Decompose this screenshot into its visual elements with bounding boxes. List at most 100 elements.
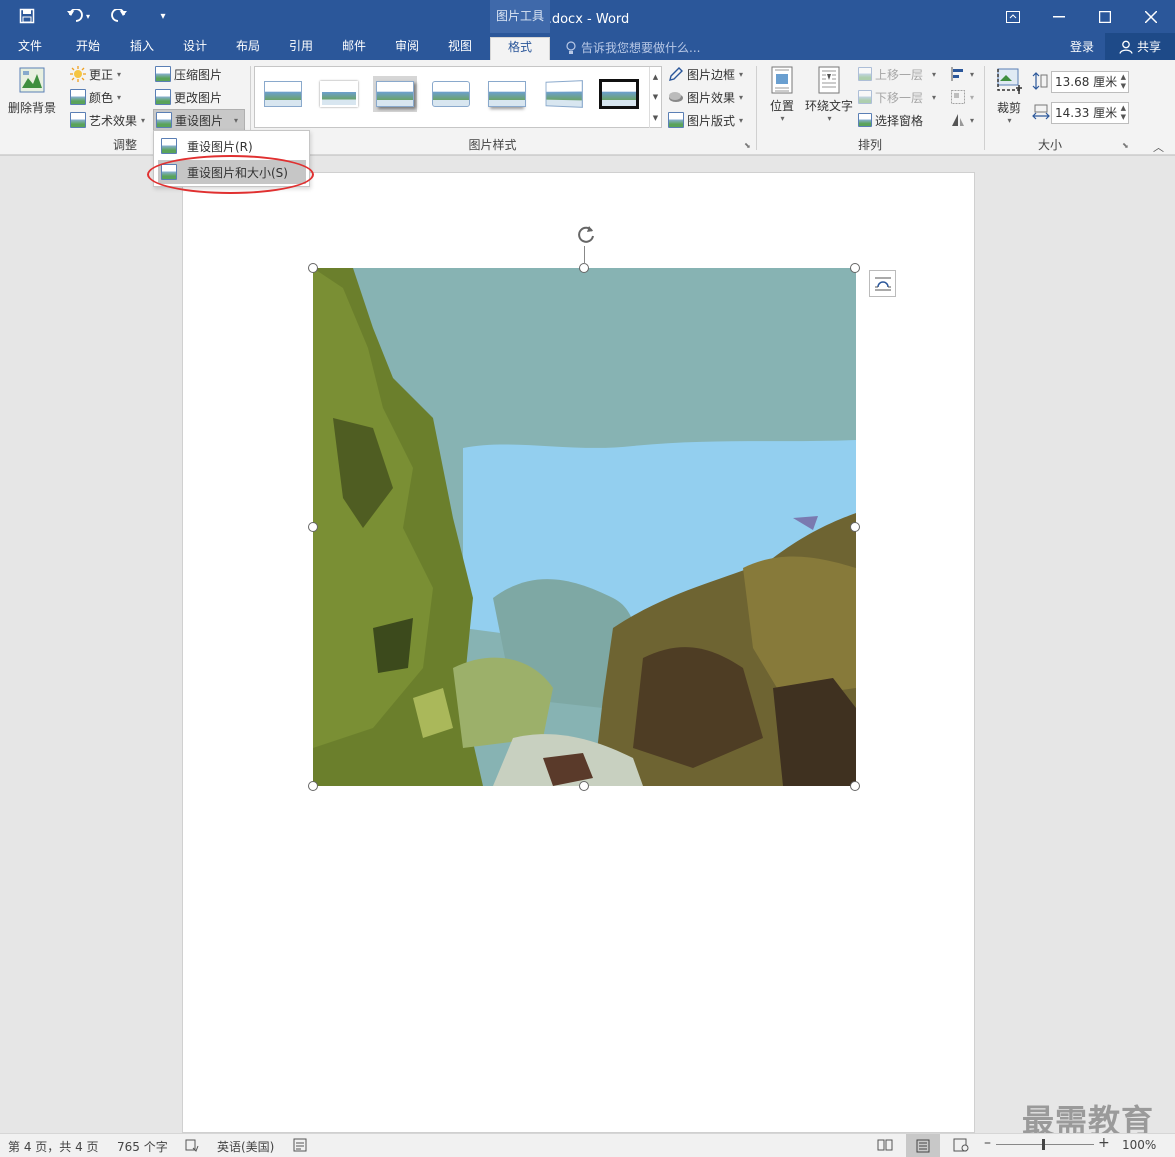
tab-view[interactable]: 视图 bbox=[438, 37, 482, 60]
reset-picture-button[interactable]: 重设图片 ▾ bbox=[153, 109, 246, 131]
resize-handle-bottom[interactable] bbox=[579, 781, 589, 791]
picture-style-5[interactable] bbox=[485, 76, 529, 112]
picture-layout-button[interactable]: 图片版式 ▾ bbox=[668, 110, 743, 130]
crop-button[interactable]: 裁剪 ▾ bbox=[990, 66, 1028, 125]
zoom-slider[interactable] bbox=[996, 1144, 1094, 1145]
color-button[interactable]: 颜色 ▾ bbox=[70, 87, 121, 107]
minimize-icon[interactable] bbox=[1036, 0, 1082, 33]
sign-in-link[interactable]: 登录 bbox=[1070, 38, 1094, 55]
compress-pictures-button[interactable]: 压缩图片 bbox=[155, 64, 222, 84]
resize-handle-left[interactable] bbox=[308, 522, 318, 532]
ribbon-display-icon[interactable] bbox=[990, 0, 1036, 33]
picture-style-6[interactable] bbox=[541, 76, 585, 112]
crop-label: 裁剪 bbox=[996, 101, 1021, 115]
group-objects-button[interactable]: ▾ bbox=[950, 87, 974, 107]
picture-effects-button[interactable]: 图片效果 ▾ bbox=[668, 87, 743, 107]
selection-pane-button[interactable]: 选择窗格 bbox=[858, 110, 923, 130]
collapse-ribbon-icon[interactable]: ︿ bbox=[1153, 139, 1164, 155]
remove-background-label: 删除背景 bbox=[7, 101, 56, 115]
width-input[interactable]: 14.33 厘米 ▲ ▼ bbox=[1051, 102, 1129, 124]
tab-mailings[interactable]: 邮件 bbox=[332, 37, 376, 60]
change-picture-icon bbox=[155, 89, 171, 105]
tab-layout[interactable]: 布局 bbox=[226, 37, 270, 60]
corrections-button[interactable]: 更正 ▾ bbox=[70, 64, 121, 84]
compress-label: 压缩图片 bbox=[174, 67, 223, 82]
gallery-scroll-up-icon[interactable]: ▲ bbox=[649, 67, 661, 87]
reset-picture-label: 重设图片 bbox=[175, 113, 224, 128]
language[interactable]: 英语(美国) bbox=[217, 1138, 274, 1155]
height-input[interactable]: 13.68 厘米 ▲ ▼ bbox=[1051, 71, 1129, 93]
tab-review[interactable]: 审阅 bbox=[385, 37, 429, 60]
sun-icon bbox=[70, 66, 86, 82]
width-value: 14.33 厘米 bbox=[1055, 106, 1118, 120]
picture-style-7[interactable] bbox=[597, 76, 641, 112]
resize-handle-bottom-left[interactable] bbox=[308, 781, 318, 791]
resize-handle-top-left[interactable] bbox=[308, 263, 318, 273]
change-picture-label: 更改图片 bbox=[174, 90, 223, 105]
remove-background-button[interactable]: 删除背景 bbox=[6, 66, 58, 122]
position-icon bbox=[771, 66, 793, 94]
proofing-icon[interactable] bbox=[185, 1138, 199, 1155]
picture-style-1[interactable] bbox=[261, 76, 305, 112]
artistic-effects-icon bbox=[70, 112, 86, 128]
picture-border-button[interactable]: 图片边框 ▾ bbox=[668, 64, 743, 84]
align-icon bbox=[951, 67, 963, 81]
size-dialog-launcher-icon[interactable]: ⬊ bbox=[1122, 141, 1129, 150]
rotate-objects-icon bbox=[952, 114, 964, 126]
corrections-label: 更正 bbox=[89, 67, 114, 82]
rotate-button[interactable]: ▾ bbox=[950, 110, 974, 130]
tell-me-search[interactable]: 告诉我您想要做什么... bbox=[565, 39, 700, 56]
page-count[interactable]: 第 4 页，共 4 页 bbox=[8, 1138, 99, 1155]
zoom-out-icon[interactable]: – bbox=[984, 1135, 991, 1151]
share-button[interactable]: 共享 bbox=[1105, 33, 1175, 60]
bring-forward-icon bbox=[858, 67, 872, 81]
tab-format[interactable]: 格式 bbox=[490, 37, 550, 61]
resize-handle-bottom-right[interactable] bbox=[850, 781, 860, 791]
wrap-text-label: 环绕文字 bbox=[804, 99, 853, 113]
context-tab-picture-tools: 图片工具 bbox=[490, 0, 550, 33]
print-layout-icon[interactable] bbox=[906, 1134, 940, 1157]
resize-handle-right[interactable] bbox=[850, 522, 860, 532]
zoom-slider-thumb[interactable] bbox=[1042, 1139, 1045, 1150]
word-count[interactable]: 765 个字 bbox=[117, 1138, 168, 1155]
close-icon[interactable] bbox=[1128, 0, 1174, 33]
picture-style-2[interactable] bbox=[317, 76, 361, 112]
resize-handle-top-right[interactable] bbox=[850, 263, 860, 273]
resize-handle-top[interactable] bbox=[579, 263, 589, 273]
gallery-more-icon[interactable]: ▼ bbox=[649, 107, 661, 128]
rotate-handle-icon[interactable] bbox=[574, 222, 598, 246]
send-backward-icon bbox=[858, 90, 872, 104]
web-layout-icon[interactable] bbox=[953, 1138, 969, 1155]
tab-insert[interactable]: 插入 bbox=[120, 37, 164, 60]
maximize-icon[interactable] bbox=[1082, 0, 1128, 33]
group-icon bbox=[951, 90, 965, 104]
width-spinner-icon[interactable]: ▲ ▼ bbox=[1121, 104, 1126, 122]
zoom-level[interactable]: 100% bbox=[1122, 1138, 1156, 1152]
artistic-effects-button[interactable]: 艺术效果 ▾ bbox=[70, 110, 145, 130]
tab-file[interactable]: 文件 bbox=[8, 37, 52, 60]
picture-style-3[interactable] bbox=[373, 76, 417, 112]
send-backward-button[interactable]: 下移一层 ▾ bbox=[858, 87, 936, 107]
macro-icon[interactable] bbox=[293, 1138, 307, 1155]
selected-picture[interactable] bbox=[313, 268, 856, 786]
height-icon bbox=[1032, 72, 1050, 90]
change-picture-button[interactable]: 更改图片 bbox=[155, 87, 222, 107]
position-button[interactable]: 位置 ▾ bbox=[764, 66, 800, 123]
tab-references[interactable]: 引用 bbox=[279, 37, 323, 60]
tab-design[interactable]: 设计 bbox=[173, 37, 217, 60]
zoom-in-icon[interactable]: + bbox=[1098, 1135, 1110, 1151]
bring-forward-button[interactable]: 上移一层 ▾ bbox=[858, 64, 936, 84]
tab-home[interactable]: 开始 bbox=[66, 37, 110, 60]
gallery-scroll-down-icon[interactable]: ▼ bbox=[649, 87, 661, 107]
wrap-text-button[interactable]: 环绕文字 ▾ bbox=[802, 66, 856, 123]
layout-options-icon[interactable] bbox=[869, 270, 896, 297]
height-spinner-icon[interactable]: ▲ ▼ bbox=[1121, 73, 1126, 91]
share-label: 共享 bbox=[1136, 40, 1161, 54]
align-button[interactable]: ▾ bbox=[950, 64, 974, 84]
read-mode-icon[interactable] bbox=[877, 1138, 893, 1155]
picture-effects-label: 图片效果 bbox=[687, 90, 736, 105]
dialog-launcher-icon[interactable]: ⬊ bbox=[744, 141, 751, 150]
picture-layout-icon bbox=[668, 112, 684, 128]
picture-style-4[interactable] bbox=[429, 76, 473, 112]
landscape-image bbox=[313, 268, 856, 786]
